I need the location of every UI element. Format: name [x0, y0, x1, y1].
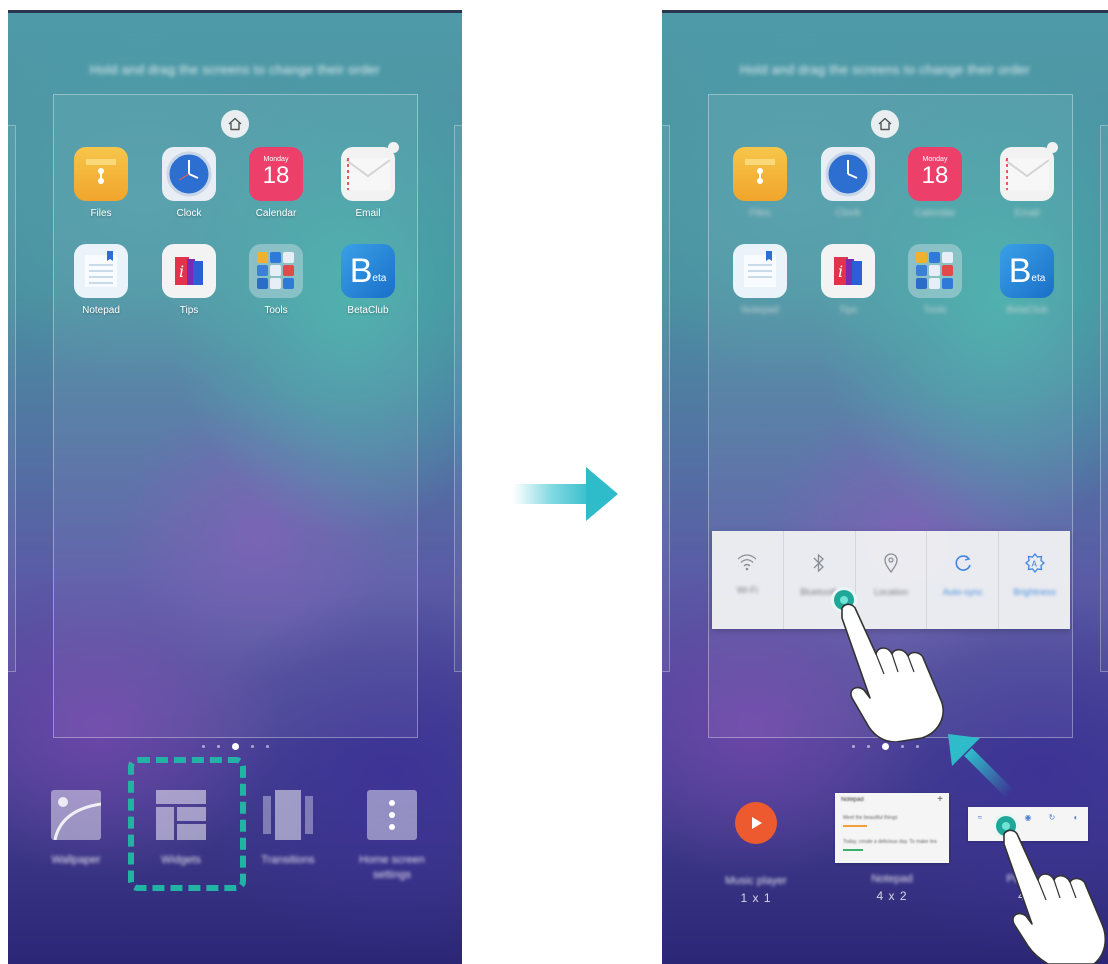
email-icon: [1000, 147, 1054, 201]
page-dot[interactable]: [216, 745, 220, 748]
betaclub-icon: Beta: [341, 244, 395, 298]
email-badge: [388, 142, 399, 153]
svg-text:i: i: [838, 262, 843, 281]
calendar-icon: Monday 18: [249, 147, 303, 201]
tips-icon: i: [821, 244, 875, 298]
page-dot[interactable]: [201, 745, 205, 748]
brightness-icon: A: [1024, 553, 1045, 573]
home-screen-settings-button[interactable]: Home screen settings: [342, 790, 442, 883]
tools-folder-icon: [908, 244, 962, 298]
page-dot-active[interactable]: [231, 743, 239, 750]
sync-icon: [955, 555, 971, 571]
app-notepad[interactable]: Notepad: [720, 244, 800, 316]
notepad-icon: [74, 244, 128, 298]
left-phone-screen: Hold and drag the screens to change thei…: [8, 10, 462, 964]
email-icon: [341, 147, 395, 201]
app-tips[interactable]: i Tips: [808, 244, 888, 316]
arrow-right-icon: [586, 467, 618, 521]
betaclub-icon: Beta: [1000, 244, 1054, 298]
wifi-icon: [737, 554, 757, 571]
page-indicator: [8, 743, 462, 750]
calendar-icon: Monday 18: [908, 147, 962, 201]
svg-text:A: A: [1031, 560, 1037, 569]
transitions-icon: [263, 790, 313, 840]
app-files[interactable]: Files: [61, 147, 141, 219]
wallpaper-icon: [51, 790, 102, 841]
widgets-highlight-frame: [128, 757, 246, 891]
email-badge: [1047, 142, 1058, 153]
qs-brightness[interactable]: A Brightness: [999, 531, 1070, 629]
app-tools[interactable]: Tools: [895, 244, 975, 316]
app-notepad[interactable]: Notepad: [61, 244, 141, 316]
page-dot[interactable]: [851, 745, 855, 748]
adjacent-screen-right[interactable]: [1100, 125, 1108, 672]
page-dot[interactable]: [250, 745, 254, 748]
status-bar: [662, 10, 1108, 13]
play-icon: [735, 802, 777, 844]
clock-icon: [162, 147, 216, 201]
app-tools[interactable]: Tools: [236, 244, 316, 316]
app-betaclub[interactable]: Beta BetaClub: [987, 244, 1067, 316]
app-clock[interactable]: Clock: [149, 147, 229, 219]
app-email[interactable]: Email: [328, 142, 408, 219]
transition-arrow: [513, 484, 593, 504]
page-dot[interactable]: [866, 745, 870, 748]
transitions-button[interactable]: Transitions: [238, 790, 338, 868]
location-icon: [884, 553, 898, 573]
files-icon: [74, 147, 128, 201]
widget-notepad-preview[interactable]: Notepad + Meet the beautiful things Toda…: [835, 793, 949, 863]
status-bar: [8, 10, 462, 13]
page-dot[interactable]: [900, 745, 904, 748]
app-clock[interactable]: Clock: [808, 147, 888, 219]
tools-folder-icon: [249, 244, 303, 298]
adjacent-screen-right[interactable]: [454, 125, 462, 672]
home-icon[interactable]: [871, 110, 899, 138]
home-icon[interactable]: [221, 110, 249, 138]
page-dot[interactable]: [915, 745, 919, 748]
app-calendar[interactable]: Monday 18 Calendar: [236, 147, 316, 219]
page-indicator: [662, 743, 1108, 750]
wallpaper-button[interactable]: Wallpaper: [26, 790, 126, 868]
bluetooth-icon: [813, 553, 825, 573]
app-email[interactable]: Email: [987, 142, 1067, 219]
widget-notepad-label: Notepad 4 x 2: [871, 873, 913, 903]
notepad-icon: [733, 244, 787, 298]
svg-text:i: i: [179, 262, 184, 281]
clock-icon: [821, 147, 875, 201]
page-dot-active[interactable]: [881, 743, 889, 750]
adjacent-screen-left[interactable]: [662, 125, 670, 672]
tips-icon: i: [162, 244, 216, 298]
adjacent-screen-left[interactable]: [8, 125, 16, 672]
hand-pointer-icon: [1003, 829, 1107, 964]
hand-pointer-icon: [841, 603, 944, 742]
files-icon: [733, 147, 787, 201]
app-betaclub[interactable]: Beta BetaClub: [328, 244, 408, 316]
app-tips[interactable]: i Tips: [149, 244, 229, 316]
wifi-icon: ≈: [977, 813, 983, 822]
reorder-hint: Hold and drag the screens to change thei…: [89, 62, 381, 77]
qs-wifi[interactable]: Wi-Fi: [712, 531, 784, 629]
app-files[interactable]: Files: [720, 147, 800, 219]
reorder-hint: Hold and drag the screens to change thei…: [739, 62, 1031, 77]
right-phone-screen: Hold and drag the screens to change thei…: [662, 10, 1108, 964]
more-vertical-icon: [367, 790, 417, 840]
add-icon: +: [937, 794, 943, 805]
page-dot[interactable]: [265, 745, 269, 748]
app-calendar[interactable]: Monday 18 Calendar: [895, 147, 975, 219]
widget-music-player[interactable]: Music player 1 x 1: [706, 802, 806, 905]
